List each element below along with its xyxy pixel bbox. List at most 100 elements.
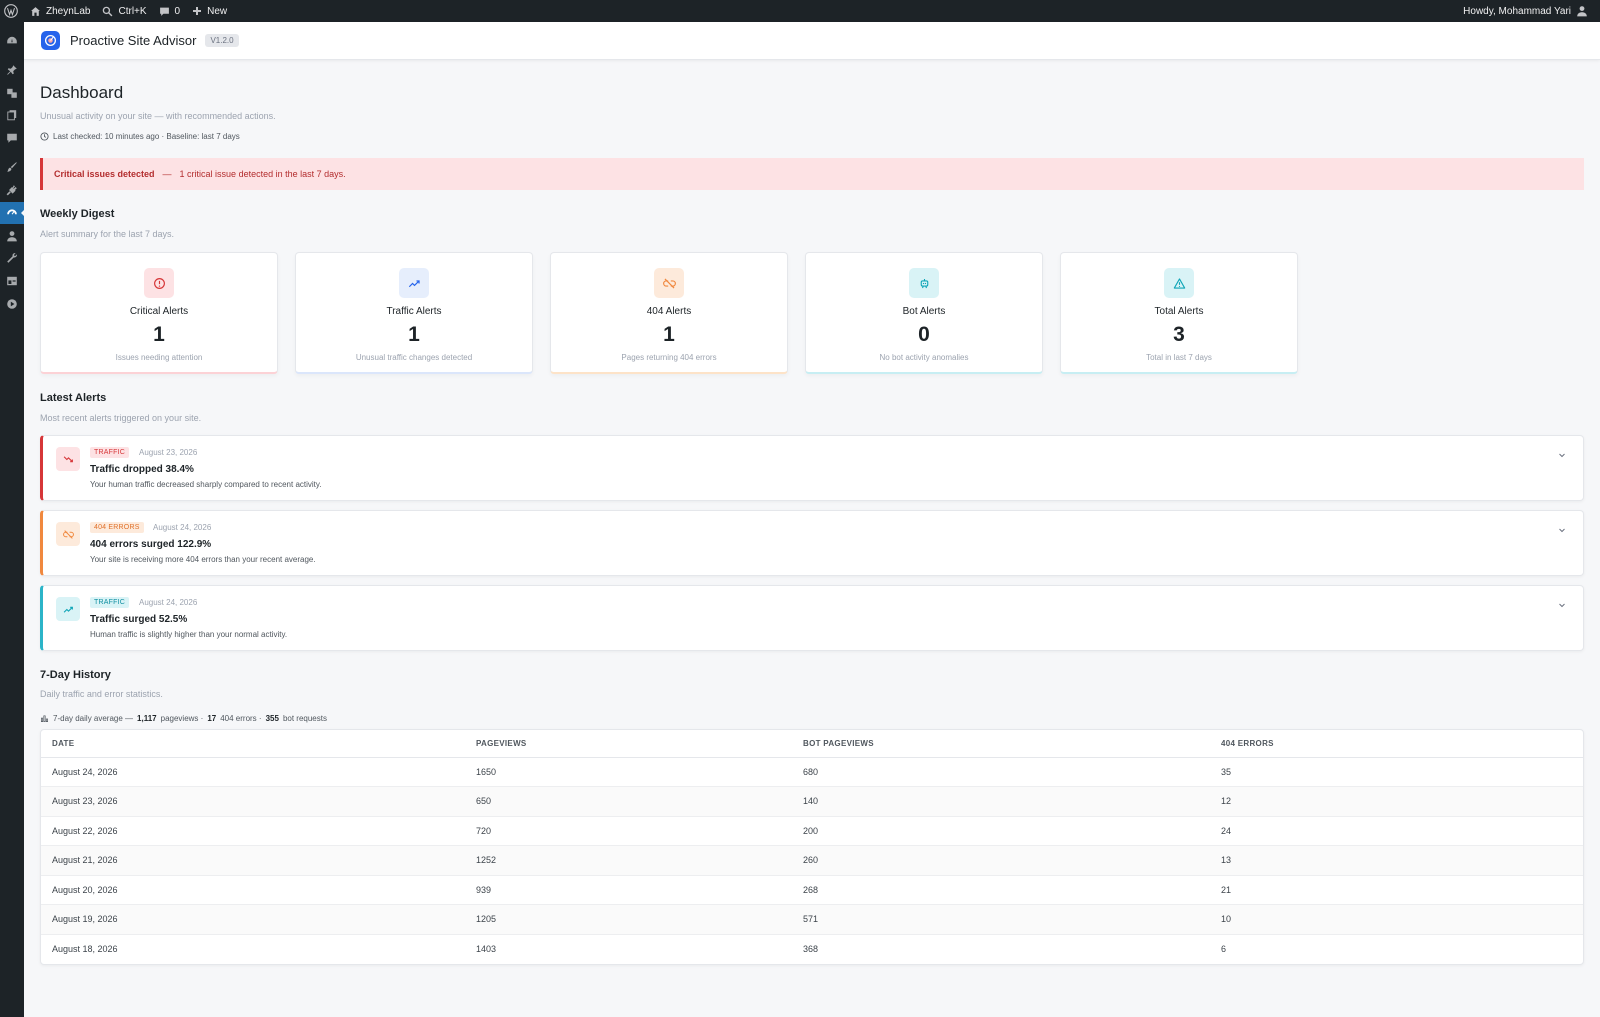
cell-pageviews: 720 <box>476 816 803 846</box>
admin-bar: ZheynLab Ctrl+K 0 New Howdy, Mohammad Ya… <box>0 0 1600 22</box>
history-table: DATE PAGEVIEWS BOT PAGEVIEWS 404 ERRORS … <box>40 729 1584 965</box>
table-row: August 18, 2026 1403 368 6 <box>41 934 1583 964</box>
alert-description: Your human traffic decreased sharply com… <box>90 480 322 489</box>
brush-icon <box>7 162 17 172</box>
plugin-title: Proactive Site Advisor <box>70 33 197 48</box>
cell-bot-pageviews: 140 <box>803 786 1221 817</box>
chevron-down-icon[interactable] <box>1557 450 1567 460</box>
card-label: Total Alerts <box>1154 306 1204 317</box>
alert-date: August 23, 2026 <box>139 448 198 457</box>
card-critical-alerts[interactable]: Critical Alerts 1 Issues needing attenti… <box>40 252 278 374</box>
table-row: August 24, 2026 1650 680 35 <box>41 757 1583 787</box>
plugin-logo-icon <box>41 31 60 50</box>
sidebar-item-settings[interactable] <box>0 270 24 292</box>
comment-icon <box>159 7 169 16</box>
alert-circle-icon <box>144 268 174 298</box>
page-title: Dashboard <box>40 83 124 102</box>
bar-chart-icon <box>40 715 49 723</box>
cell-404-errors: 6 <box>1221 944 1227 954</box>
version-badge: V1.2.0 <box>205 34 239 47</box>
avg-pageviews: 1,117 <box>137 714 157 723</box>
card-note: Issues needing attention <box>115 353 203 362</box>
cell-date: August 21, 2026 <box>41 845 476 876</box>
column-header: 404 ERRORS <box>1221 730 1583 758</box>
site-name-link[interactable]: ZheynLab <box>24 0 96 22</box>
robot-icon <box>909 268 939 298</box>
sidebar-item-pages[interactable] <box>0 104 24 126</box>
user-avatar-icon <box>1577 6 1587 17</box>
media-icon <box>7 88 17 98</box>
cell-pageviews: 1403 <box>476 944 497 954</box>
card-note: Unusual traffic changes detected <box>355 353 473 362</box>
clock-icon <box>40 132 49 141</box>
cell-pageviews: 1205 <box>476 904 803 935</box>
card-label: 404 Alerts <box>646 306 692 317</box>
broken-link-icon <box>56 522 80 546</box>
table-row: August 20, 2026 939 268 21 <box>41 875 1583 905</box>
cell-404-errors: 10 <box>1221 904 1583 935</box>
card-total-alerts[interactable]: Total Alerts 3 Total in last 7 days <box>1060 252 1298 374</box>
sidebar-item-plugins[interactable] <box>0 179 24 201</box>
site-name-label: ZheynLab <box>46 5 91 17</box>
search-icon <box>103 6 113 16</box>
cell-bot-pageviews: 680 <box>803 757 1221 787</box>
comment-icon <box>7 133 17 143</box>
card-note: No bot activity anomalies <box>879 353 969 362</box>
banner-message: 1 critical issue detected in the last 7 … <box>179 169 346 179</box>
alert-item[interactable]: TRAFFIC August 23, 2026 Traffic dropped … <box>40 435 1584 501</box>
card-label: Critical Alerts <box>129 306 189 317</box>
avg-prefix: 7-day daily average — <box>53 714 134 723</box>
banner-separator: — <box>162 169 172 179</box>
history-title: 7-Day History <box>40 669 111 681</box>
avg-bot: 355 <box>265 714 279 723</box>
play-circle-icon <box>7 299 17 309</box>
trend-up-icon <box>399 268 429 298</box>
dashboard-icon <box>7 36 17 44</box>
card-value: 3 <box>1173 323 1185 346</box>
user-account-menu[interactable]: Howdy, Mohammad Yari <box>1457 0 1600 22</box>
alert-title: 404 errors surged 122.9% <box>90 539 212 550</box>
alert-item[interactable]: TRAFFIC August 24, 2026 Traffic surged 5… <box>40 585 1584 651</box>
new-content-button[interactable]: New <box>186 0 233 22</box>
card-traffic-alerts[interactable]: Traffic Alerts 1 Unusual traffic changes… <box>295 252 533 374</box>
cell-bot-pageviews: 200 <box>803 816 1221 846</box>
sidebar-item-site-advisor[interactable] <box>0 202 25 224</box>
chevron-down-icon[interactable] <box>1557 525 1567 535</box>
history-subtitle: Daily traffic and error statistics. <box>40 689 163 699</box>
latest-alerts-title: Latest Alerts <box>40 392 107 404</box>
chevron-down-icon[interactable] <box>1557 600 1567 610</box>
sidebar-item-media[interactable] <box>0 82 24 104</box>
wordpress-logo-icon <box>4 4 18 18</box>
alert-description: Your site is receiving more 404 errors t… <box>90 555 316 564</box>
sidebar-item-posts[interactable] <box>0 59 24 81</box>
cell-date: August 24, 2026 <box>41 757 476 787</box>
user-icon <box>7 231 17 242</box>
sidebar-item-collapse[interactable] <box>0 293 24 315</box>
sidebar-item-dashboard[interactable] <box>0 30 24 52</box>
alert-item[interactable]: 404 ERRORS August 24, 2026 404 errors su… <box>40 510 1584 576</box>
sidebar-item-comments[interactable] <box>0 127 24 149</box>
sidebar-item-appearance[interactable] <box>0 156 24 178</box>
avg-pageviews-label: pageviews · <box>160 714 204 723</box>
weekly-digest-title: Weekly Digest <box>40 208 115 220</box>
plus-icon <box>193 7 202 15</box>
sidebar-item-users[interactable] <box>0 225 24 247</box>
comments-link[interactable]: 0 <box>153 0 187 22</box>
weekly-digest-subtitle: Alert summary for the last 7 days. <box>40 229 175 239</box>
cell-404-errors: 21 <box>1221 875 1583 905</box>
search-shortcut-button[interactable]: Ctrl+K <box>96 0 152 22</box>
cell-404-errors: 24 <box>1221 816 1583 846</box>
column-header: DATE <box>41 730 476 758</box>
alert-tag: TRAFFIC <box>90 597 129 608</box>
card-bot-alerts[interactable]: Bot Alerts 0 No bot activity anomalies <box>805 252 1043 374</box>
cell-pageviews: 650 <box>476 786 803 817</box>
card-value: 1 <box>153 323 165 346</box>
wordpress-logo-button[interactable] <box>0 0 24 22</box>
latest-alerts-subtitle: Most recent alerts triggered on your sit… <box>40 413 202 423</box>
comments-count: 0 <box>174 5 181 17</box>
card-404-alerts[interactable]: 404 Alerts 1 Pages returning 404 errors <box>550 252 788 374</box>
cell-pageviews: 939 <box>476 875 803 905</box>
sidebar-item-tools[interactable] <box>0 247 24 269</box>
cell-bot-pageviews: 260 <box>803 845 1221 876</box>
card-value: 0 <box>918 323 930 346</box>
